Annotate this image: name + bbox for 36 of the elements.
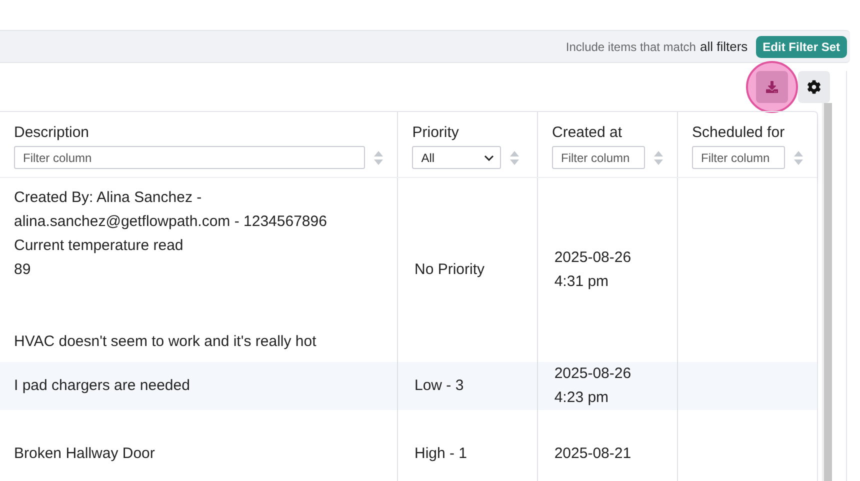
download-icon xyxy=(766,81,778,93)
filter-mode-label[interactable]: all filters xyxy=(700,36,748,56)
sort-icon[interactable] xyxy=(374,150,384,164)
settings-icon xyxy=(807,80,821,94)
sort-icon[interactable] xyxy=(654,150,663,164)
created-at-text: 4:31 pm xyxy=(554,272,610,292)
filter-match-label: Include items that match xyxy=(566,38,696,56)
created-at-text: 2025-08-21 xyxy=(554,444,632,464)
settings-button[interactable] xyxy=(798,71,830,103)
column-header: Scheduled for xyxy=(692,123,786,143)
chevron-down-icon xyxy=(484,154,494,160)
filter-field[interactable]: Filter column xyxy=(552,146,645,169)
created-at-text: 2025-08-26 xyxy=(554,248,632,268)
priority-text: High - 1 xyxy=(414,444,468,464)
edit-filter-set-button[interactable]: Edit Filter Set xyxy=(756,36,847,58)
filter-field[interactable]: Filter column xyxy=(692,146,785,169)
priority-select[interactable]: All xyxy=(412,146,502,169)
download-button[interactable] xyxy=(756,71,788,103)
description-text: Broken Hallway Door xyxy=(14,444,156,464)
description-text: alina.sanchez@getflowpath.com - 1234567896 xyxy=(14,212,328,232)
sort-icon[interactable] xyxy=(510,150,520,164)
description-text: 89 xyxy=(14,260,32,280)
priority-text: Low - 3 xyxy=(414,376,464,396)
column-header: Priority xyxy=(412,123,460,143)
priority-text: No Priority xyxy=(414,260,484,280)
created-at-text: 2025-08-26 xyxy=(554,364,632,384)
filter-field[interactable]: Filter column xyxy=(14,146,366,169)
description-text: HVAC doesn't seem to work and it's really hot xyxy=(14,332,318,352)
sort-icon[interactable] xyxy=(794,150,803,164)
created-at-text: 4:23 pm xyxy=(554,388,610,408)
description-text: I pad chargers are needed xyxy=(14,376,191,396)
scrollbar[interactable] xyxy=(822,103,832,481)
column-header: Created at xyxy=(552,123,624,143)
description-text: Created By: Alina Sanchez - xyxy=(14,188,203,208)
column-header: Description xyxy=(14,123,90,143)
description-text: Current temperature read xyxy=(14,236,184,256)
